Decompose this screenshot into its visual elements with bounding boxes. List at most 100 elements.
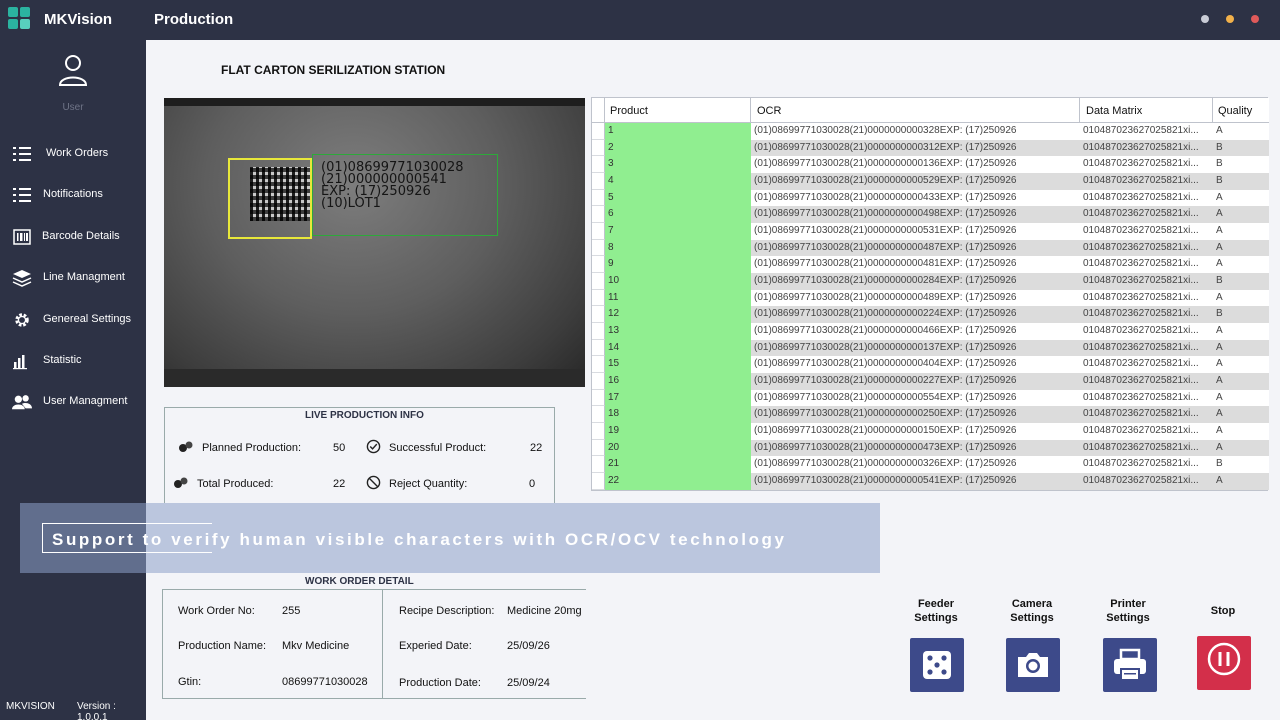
user-label: User <box>62 102 84 113</box>
version-label: Version : 1.0.0.1 <box>77 701 116 720</box>
data-matrix-cell: 010487023627025821xi... <box>1083 425 1199 437</box>
feeder-settings-button[interactable] <box>910 638 964 692</box>
quality-cell: B <box>1216 141 1223 153</box>
table-row[interactable]: 19 (01)08699771030028(21)0000000000150EXP… <box>592 423 1269 440</box>
table-row[interactable]: 3 (01)08699771030028(21)0000000000136EXP:… <box>592 156 1269 173</box>
row-selector[interactable] <box>592 473 605 490</box>
row-selector[interactable] <box>592 123 605 140</box>
sidebar-item-user-management[interactable]: User Managment <box>0 387 146 417</box>
row-selector[interactable] <box>592 239 605 257</box>
row-selector[interactable] <box>592 289 605 307</box>
sidebar-item-general-settings[interactable]: Genereal Settings <box>0 305 146 335</box>
table-row[interactable]: 4 (01)08699771030028(21)0000000000529EXP:… <box>592 173 1269 190</box>
row-selector[interactable] <box>592 189 605 207</box>
production-table[interactable]: Product OCR Data Matrix Quality 1 (01)086… <box>591 97 1269 491</box>
column-header-data-matrix[interactable]: Data Matrix <box>1080 98 1213 123</box>
quality-cell: A <box>1216 208 1223 220</box>
table-row[interactable]: 9 (01)08699771030028(21)0000000000481EXP:… <box>592 256 1269 274</box>
row-selector[interactable] <box>592 456 605 474</box>
camera-view: (01)08699771030028 (21)000000000541 EXP:… <box>164 98 585 387</box>
product-cell: 6 <box>605 206 751 223</box>
row-selector[interactable] <box>592 439 605 457</box>
column-header-product[interactable]: Product <box>605 98 751 123</box>
table-row[interactable]: 10 (01)08699771030028(21)0000000000284EXP… <box>592 273 1269 290</box>
row-selector[interactable] <box>592 173 605 190</box>
printer-icon <box>1114 648 1146 681</box>
row-selector[interactable] <box>592 339 605 357</box>
row-selector[interactable] <box>592 206 605 223</box>
sidebar-item-line-management[interactable]: Line Managment <box>0 263 146 293</box>
sidebar-item-notifications[interactable]: Notifications <box>0 180 146 210</box>
product-cell: 4 <box>605 173 751 190</box>
camera-settings-button[interactable] <box>1006 638 1060 692</box>
ocr-cell: (01)08699771030028(21)0000000000328EXP: … <box>754 125 1017 136</box>
stop-button[interactable] <box>1197 636 1251 690</box>
row-selector[interactable] <box>592 256 605 274</box>
table-row[interactable]: 22 (01)08699771030028(21)0000000000541EXP… <box>592 473 1269 490</box>
reject-quantity-value: 0 <box>529 478 536 490</box>
total-produced-value: 22 <box>333 478 346 490</box>
successful-product-label: Successful Product: <box>389 442 487 454</box>
row-selector[interactable] <box>592 406 605 424</box>
table-row[interactable]: 2 (01)08699771030028(21)0000000000312EXP:… <box>592 139 1269 157</box>
table-row[interactable]: 7 (01)08699771030028(21)0000000000531EXP:… <box>592 223 1269 240</box>
total-produced-label: Total Produced: <box>197 478 274 490</box>
column-header-ocr[interactable]: OCR <box>751 98 1080 123</box>
table-row[interactable]: 15 (01)08699771030028(21)0000000000404EXP… <box>592 356 1269 374</box>
row-selector[interactable] <box>592 223 605 240</box>
sidebar-item-label: Line Managment <box>43 271 125 283</box>
quality-cell: B <box>1216 275 1223 287</box>
table-row[interactable]: 1 (01)08699771030028(21)0000000000328EXP:… <box>592 123 1269 140</box>
ocr-cell: (01)08699771030028(21)0000000000554EXP: … <box>754 391 1017 403</box>
row-selector[interactable] <box>592 306 605 324</box>
table-row[interactable]: 21 (01)08699771030028(21)0000000000326EXP… <box>592 456 1269 474</box>
table-row[interactable]: 20 (01)08699771030028(21)0000000000473EXP… <box>592 439 1269 457</box>
quality-cell: A <box>1216 475 1223 487</box>
quality-cell: A <box>1216 125 1223 136</box>
data-matrix-cell: 010487023627025821xi... <box>1083 208 1199 220</box>
table-row[interactable]: 5 (01)08699771030028(21)0000000000433EXP:… <box>592 189 1269 207</box>
production-name-value: Mkv Medicine <box>282 640 350 652</box>
table-row[interactable]: 14 (01)08699771030028(21)0000000000137EXP… <box>592 339 1269 357</box>
window-dot-yellow[interactable] <box>1226 15 1234 23</box>
quality-cell: A <box>1216 341 1223 353</box>
quality-cell: A <box>1216 425 1223 437</box>
ocr-cell: (01)08699771030028(21)0000000000433EXP: … <box>754 191 1017 203</box>
row-selector[interactable] <box>592 156 605 173</box>
table-row[interactable]: 17 (01)08699771030028(21)0000000000554EXP… <box>592 389 1269 407</box>
work-order-no-value: 255 <box>282 605 301 617</box>
sidebar-item-statistic[interactable]: Statistic <box>0 346 146 376</box>
stop-label: Stop <box>1210 605 1236 617</box>
table-row[interactable]: 16 (01)08699771030028(21)0000000000227EXP… <box>592 373 1269 390</box>
row-selector[interactable] <box>592 273 605 290</box>
window-dot-gray[interactable] <box>1201 15 1209 23</box>
sidebar-item-barcode-details[interactable]: Barcode Details <box>0 222 146 252</box>
row-selector[interactable] <box>592 356 605 374</box>
ocr-cell: (01)08699771030028(21)0000000000489EXP: … <box>754 291 1017 303</box>
column-header-quality[interactable]: Quality <box>1213 98 1269 123</box>
product-cell: 20 <box>605 439 751 457</box>
row-selector[interactable] <box>592 139 605 157</box>
layers-icon <box>12 270 32 287</box>
sidebar: User Work Orders Notifications Barcode D… <box>0 40 146 720</box>
printer-settings-button[interactable] <box>1103 638 1157 692</box>
row-selector[interactable] <box>592 373 605 390</box>
row-selector[interactable] <box>592 423 605 440</box>
row-selector[interactable] <box>592 323 605 340</box>
sidebar-item-work-orders[interactable]: Work Orders <box>0 139 146 169</box>
window-dot-red[interactable] <box>1251 15 1259 23</box>
product-cell: 15 <box>605 356 751 374</box>
table-row[interactable]: 8 (01)08699771030028(21)0000000000487EXP:… <box>592 239 1269 257</box>
table-row[interactable]: 11 (01)08699771030028(21)0000000000489EXP… <box>592 289 1269 307</box>
table-row[interactable]: 18 (01)08699771030028(21)0000000000250EXP… <box>592 406 1269 424</box>
planned-production-value: 50 <box>333 442 346 454</box>
quality-cell: A <box>1216 241 1223 253</box>
user-icon[interactable] <box>58 54 88 86</box>
sidebar-item-label: Barcode Details <box>42 230 120 242</box>
row-selector[interactable] <box>592 389 605 407</box>
feeder-settings-label: Feeder Settings <box>914 598 958 624</box>
table-row[interactable]: 12 (01)08699771030028(21)0000000000224EXP… <box>592 306 1269 324</box>
table-row[interactable]: 6 (01)08699771030028(21)0000000000498EXP:… <box>592 206 1269 223</box>
ocr-cell: (01)08699771030028(21)0000000000250EXP: … <box>754 408 1017 420</box>
table-row[interactable]: 13 (01)08699771030028(21)0000000000466EXP… <box>592 323 1269 340</box>
